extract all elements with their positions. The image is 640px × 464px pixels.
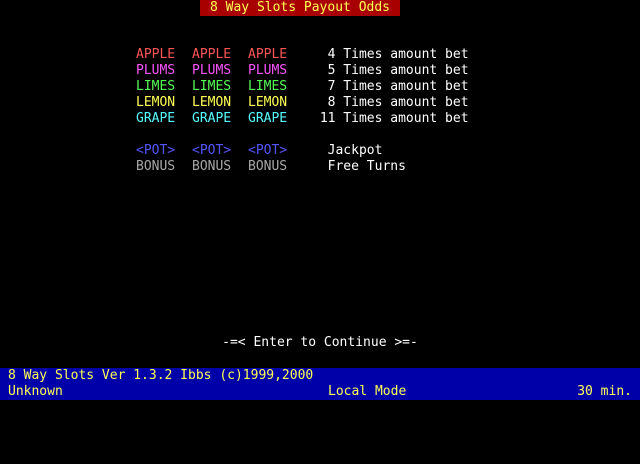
odds-row-lemon: LEMON LEMON LEMON 8 Times amount bet (136, 95, 469, 111)
reel-symbol: LIMES (248, 79, 288, 94)
payout-text: Free Turns (312, 159, 406, 174)
special-row-bonus: BONUS BONUS BONUS Free Turns (136, 159, 406, 175)
reel-symbol: GRAPE (136, 111, 176, 126)
reel-symbol: <POT> (192, 143, 232, 158)
reel-symbol: LEMON (192, 95, 232, 110)
user-name: Unknown (8, 384, 63, 399)
payout-text: 7 Times amount bet (312, 79, 469, 94)
reel-symbol: LEMON (136, 95, 176, 110)
time-remaining: 30 min. (577, 384, 632, 399)
reel-symbol: LEMON (248, 95, 288, 110)
reel-symbol: LIMES (136, 79, 176, 94)
reel-symbol: APPLE (136, 47, 176, 62)
status-line-top: 8 Way Slots Ver 1.3.2 Ibbs (c)1999,2000 (0, 368, 640, 384)
reel-symbol: PLUMS (192, 63, 232, 78)
reel-symbol: APPLE (248, 47, 288, 62)
reel-symbol: LIMES (192, 79, 232, 94)
continue-prompt[interactable]: -=< Enter to Continue >=- (0, 335, 640, 351)
odds-row-limes: LIMES LIMES LIMES 7 Times amount bet (136, 79, 469, 95)
reel-symbol: GRAPE (248, 111, 288, 126)
reel-symbol: PLUMS (248, 63, 288, 78)
version-info: 8 Way Slots Ver 1.3.2 Ibbs (c)1999,2000 (8, 368, 314, 383)
payout-text: 5 Times amount bet (312, 63, 469, 78)
payout-text: 8 Times amount bet (312, 95, 469, 110)
status-bar: 8 Way Slots Ver 1.3.2 Ibbs (c)1999,2000 … (0, 368, 640, 400)
payout-odds-table: APPLE APPLE APPLE 4 Times amount bet PLU… (136, 47, 469, 175)
reel-symbol: APPLE (192, 47, 232, 62)
reel-symbol: BONUS (248, 159, 288, 174)
payout-text: 4 Times amount bet (312, 47, 469, 62)
payout-text: 11 Times amount bet (312, 111, 469, 126)
odds-row-grape: GRAPE GRAPE GRAPE 11 Times amount bet (136, 111, 469, 127)
reel-symbol: <POT> (248, 143, 288, 158)
reel-symbol: GRAPE (192, 111, 232, 126)
reel-symbol: BONUS (192, 159, 232, 174)
payout-text: Jackpot (312, 143, 383, 158)
reel-symbol: BONUS (136, 159, 176, 174)
reel-symbol: <POT> (136, 143, 176, 158)
reel-symbol: PLUMS (136, 63, 176, 78)
odds-row-plums: PLUMS PLUMS PLUMS 5 Times amount bet (136, 63, 469, 79)
mode-indicator: Local Mode (328, 384, 407, 399)
odds-row-apple: APPLE APPLE APPLE 4 Times amount bet (136, 47, 469, 63)
screen-title: 8 Way Slots Payout Odds (200, 0, 400, 16)
status-line-bottom: Unknown Local Mode 30 min. (0, 384, 640, 400)
special-row-jackpot: <POT> <POT> <POT> Jackpot (136, 143, 382, 159)
